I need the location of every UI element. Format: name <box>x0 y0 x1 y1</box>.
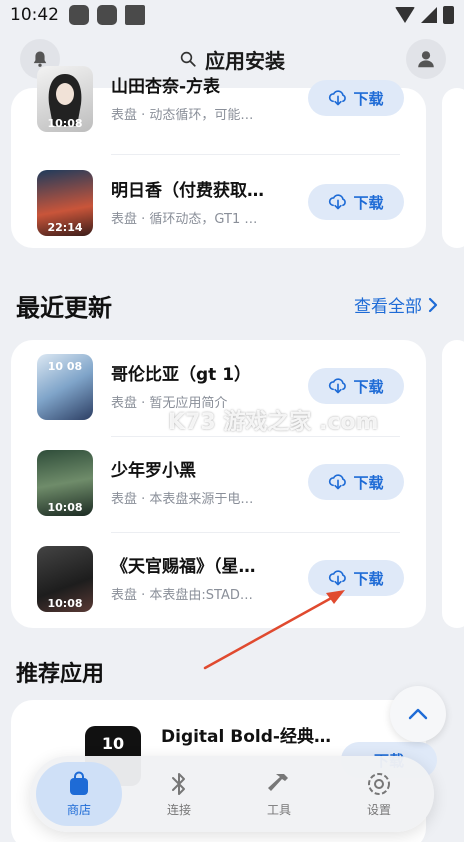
download-label: 下载 <box>353 193 384 212</box>
nav-item-tools[interactable]: 工具 <box>236 762 322 826</box>
shopping-bag-icon <box>70 771 88 795</box>
nav-label: 设置 <box>366 802 391 817</box>
download-label: 下载 <box>353 569 384 588</box>
battery-icon <box>443 6 454 24</box>
divider <box>111 154 400 155</box>
list-item[interactable]: 10:08 山田杏奈-方表 表盘 · 动态循环，可能… 下载 <box>11 52 426 148</box>
thumb-time: 10 <box>101 734 125 753</box>
thumb-time: 22:14 <box>47 221 83 234</box>
app-name: 《天官赐福》（星… <box>111 557 256 577</box>
app-name: 明日香（付费获取… <box>111 181 264 201</box>
cellular-icon <box>421 7 437 23</box>
app-name: 山田杏奈-方表 <box>111 77 221 97</box>
top-app-list-card: 10:08 山田杏奈-方表 表盘 · 动态循环，可能… 下载 22:14 明日香… <box>11 66 426 248</box>
thumb-time: 10 08 <box>47 360 83 373</box>
cloud-download-icon <box>329 570 347 586</box>
list-item[interactable]: 22:14 明日香（付费获取… 表盘 · 循环动态，GT1 … 下载 <box>11 156 426 252</box>
section-title-recent: 最近更新 <box>16 294 112 322</box>
download-label: 下载 <box>353 473 384 492</box>
download-button[interactable]: 下载 <box>308 368 404 404</box>
app-thumbnail: 10 08 <box>37 354 93 420</box>
download-label: 下载 <box>353 89 384 108</box>
status-indicators <box>395 6 454 24</box>
status-bar: 10:42 <box>0 0 464 30</box>
cloud-download-icon <box>329 90 347 106</box>
nav-label: 工具 <box>266 802 291 817</box>
settings-icon <box>368 772 390 795</box>
watermark: K73 游戏之家 .com <box>168 404 378 436</box>
cloud-download-icon <box>329 194 347 210</box>
nav-label: 连接 <box>166 802 191 817</box>
chevron-up-icon <box>408 708 428 720</box>
section-title-recommended: 推荐应用 <box>16 662 105 687</box>
thumb-time: 10:08 <box>47 117 83 130</box>
see-all-link[interactable]: 查看全部 <box>354 292 438 317</box>
notification-icon <box>97 5 117 25</box>
download-button[interactable]: 下载 <box>308 80 404 116</box>
bluetooth-icon <box>172 772 185 795</box>
app-description: 表盘 · 本表盘来源于电… <box>111 492 254 507</box>
watermark-text: K73 游戏之家 .com <box>168 410 379 435</box>
notification-icon <box>69 5 89 25</box>
app-name: 少年罗小黑 <box>111 461 196 481</box>
status-time: 10:42 <box>10 5 59 25</box>
nav-label: 商店 <box>66 802 91 817</box>
list-item[interactable]: 10:08 少年罗小黑 表盘 · 本表盘来源于电… 下载 <box>11 436 426 532</box>
app-description: 表盘 · 动态循环，可能… <box>111 108 254 123</box>
download-button[interactable]: 下载 <box>308 464 404 500</box>
app-description: 表盘 · 本表盘由:STAD… <box>111 588 253 603</box>
download-label: 下载 <box>353 377 384 396</box>
next-card-peek[interactable] <box>442 340 464 628</box>
thumb-time: 10:08 <box>47 501 83 514</box>
app-thumbnail: 10:08 <box>37 66 93 132</box>
bottom-navigation: 商店 连接 工具 设置 <box>30 756 434 832</box>
thumb-time: 10:08 <box>47 597 83 610</box>
chevron-right-icon <box>428 297 438 312</box>
app-thumbnail: 10:08 <box>37 546 93 612</box>
download-button[interactable]: 下载 <box>308 560 404 596</box>
wifi-icon <box>395 7 415 23</box>
scroll-to-top-button[interactable] <box>390 686 446 742</box>
nav-item-store[interactable]: 商店 <box>36 762 122 826</box>
app-name: Digital Bold-经典… <box>161 727 331 747</box>
recent-updates-card: 10 08 哥伦比亚（gt 1） 表盘 · 暂无应用简介 下载 10:08 少年… <box>11 340 426 628</box>
hammer-icon <box>268 773 288 791</box>
app-thumbnail: 10:08 <box>37 450 93 516</box>
app-thumbnail: 22:14 <box>37 170 93 236</box>
nav-item-connect[interactable]: 连接 <box>136 762 222 826</box>
notification-icon <box>125 5 145 25</box>
see-all-label: 查看全部 <box>354 297 422 317</box>
app-name: 哥伦比亚（gt 1） <box>111 365 252 385</box>
list-item[interactable]: 10:08 《天官赐福》（星… 表盘 · 本表盘由:STAD… 下载 <box>11 532 426 628</box>
cloud-download-icon <box>329 474 347 490</box>
cloud-download-icon <box>329 378 347 394</box>
download-button[interactable]: 下载 <box>308 184 404 220</box>
nav-item-settings[interactable]: 设置 <box>336 762 422 826</box>
next-card-peek[interactable] <box>442 88 464 248</box>
app-description: 表盘 · 循环动态，GT1 … <box>111 212 258 227</box>
